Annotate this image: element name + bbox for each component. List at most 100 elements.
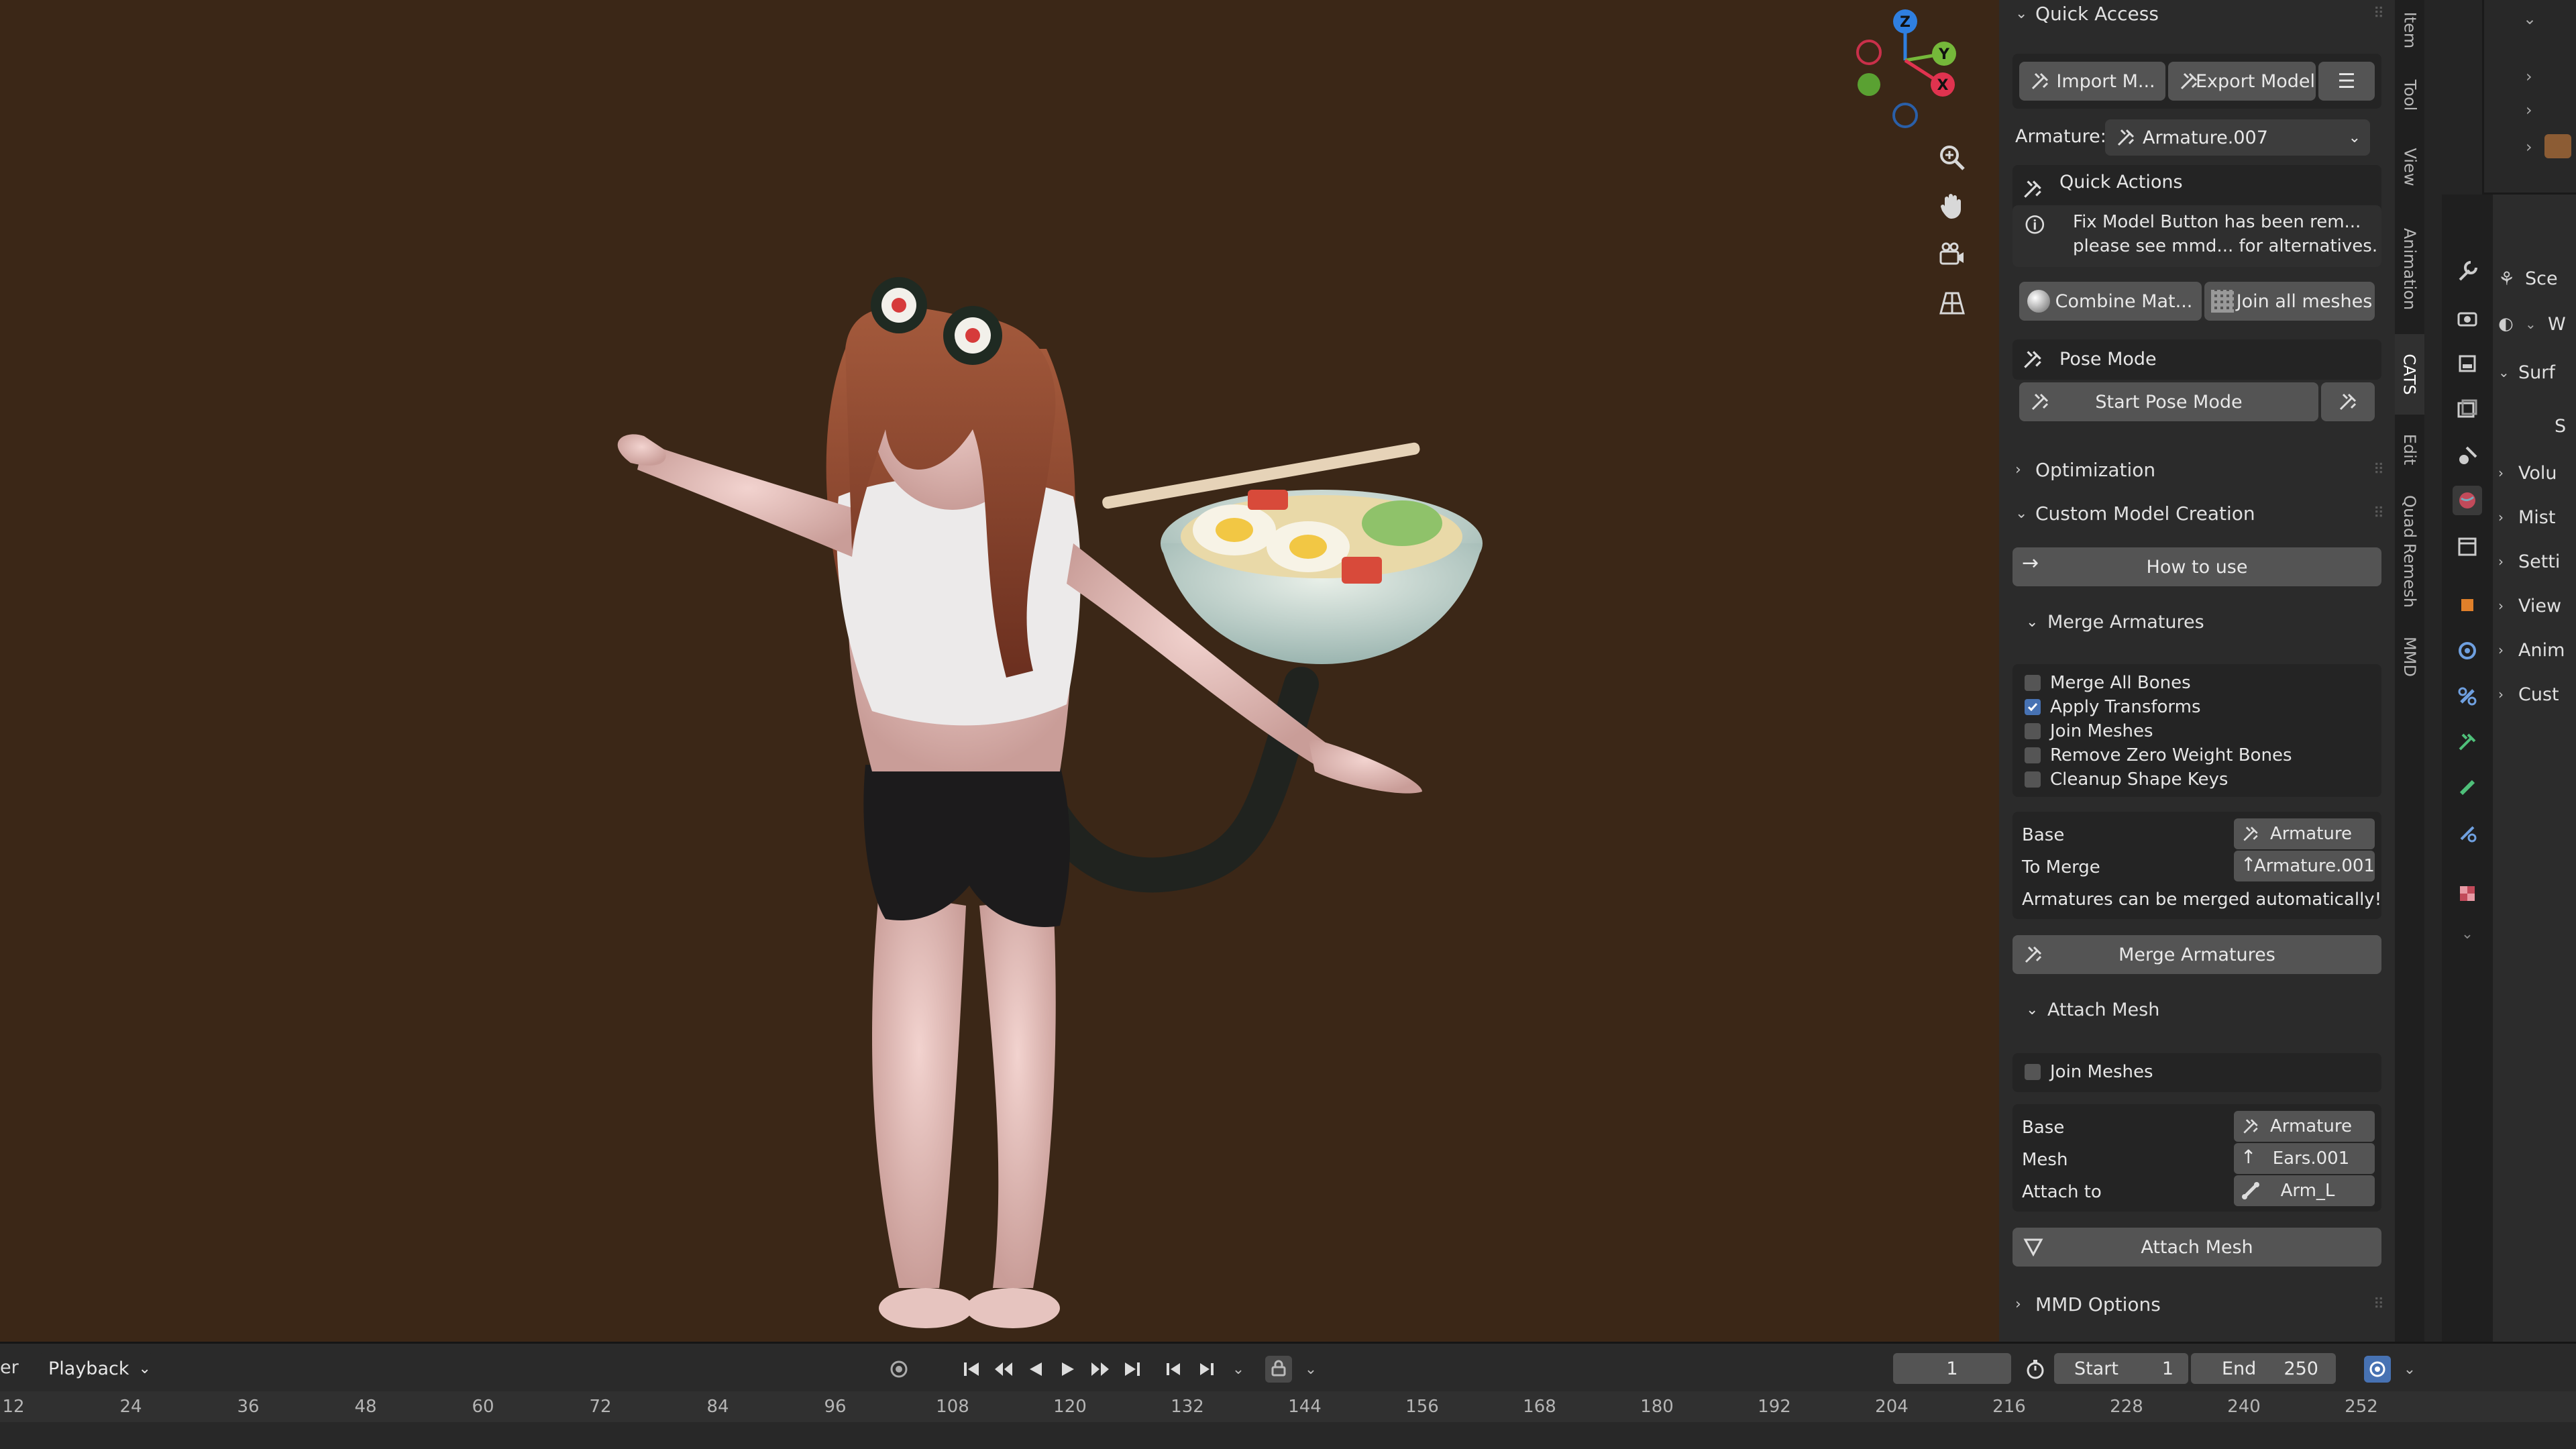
optimization-header[interactable]: › Optimization ⠿ bbox=[1999, 449, 2395, 490]
attach-base-field[interactable]: Armature bbox=[2234, 1111, 2375, 1142]
checkbox-unchecked[interactable] bbox=[2025, 771, 2041, 788]
viewport-display-panel-header[interactable]: › View bbox=[2498, 589, 2561, 623]
mesh-field[interactable]: ↑ Ears.001 bbox=[2234, 1143, 2375, 1174]
output-icon[interactable] bbox=[2453, 349, 2482, 378]
checkbox-unchecked[interactable] bbox=[2025, 723, 2041, 739]
tab-animation[interactable]: Animation bbox=[2395, 205, 2424, 333]
surface-panel-header[interactable]: ⌄ Surf bbox=[2498, 356, 2555, 389]
world-icon[interactable] bbox=[2453, 486, 2482, 515]
chevron-right-icon[interactable]: › bbox=[2526, 138, 2532, 156]
attach-to-bone-field[interactable]: Arm_L bbox=[2234, 1175, 2375, 1206]
chevron-down-icon[interactable]: ⌄ bbox=[2453, 919, 2482, 949]
settings-panel-header[interactable]: › Setti bbox=[2498, 545, 2560, 578]
tab-item[interactable]: Item bbox=[2395, 0, 2424, 60]
custom-model-creation-header[interactable]: ⌄ Custom Model Creation ⠿ bbox=[1999, 493, 2395, 533]
pose-mode-toggle-button[interactable] bbox=[2321, 382, 2375, 421]
play-icon[interactable] bbox=[1055, 1356, 1081, 1383]
to-merge-armature-field[interactable]: ↑ Armature.001 bbox=[2234, 851, 2375, 881]
how-to-use-button[interactable]: → How to use bbox=[2012, 547, 2381, 586]
current-frame-field[interactable]: 1 bbox=[1893, 1353, 2011, 1384]
next-frame-icon[interactable] bbox=[1193, 1356, 1220, 1383]
bone-constraints-icon[interactable] bbox=[2453, 818, 2482, 848]
armature-object-icon[interactable] bbox=[2544, 134, 2571, 158]
chevron-down-icon[interactable]: ⌄ bbox=[2396, 1356, 2423, 1383]
navigation-gizmo[interactable]: Z Y X bbox=[1838, 0, 1959, 134]
render-icon[interactable] bbox=[2453, 303, 2482, 333]
chevron-down-icon[interactable]: ⌄ bbox=[2523, 9, 2536, 28]
animation-panel-header[interactable]: › Anim bbox=[2498, 633, 2565, 667]
attach-mesh-button[interactable]: Attach Mesh bbox=[2012, 1228, 2381, 1267]
combine-materials-button[interactable]: Combine Mat... bbox=[2019, 282, 2202, 321]
attach-join-meshes-checkbox[interactable]: Join Meshes bbox=[2025, 1060, 2153, 1084]
mist-panel-header[interactable]: › Mist bbox=[2498, 500, 2555, 534]
menu-button[interactable]: ☰ bbox=[2318, 62, 2375, 101]
object-data-armature-icon[interactable] bbox=[2453, 727, 2482, 757]
quick-access-header[interactable]: ⌄ Quick Access ⠿ bbox=[1999, 0, 2395, 27]
drag-grip-icon[interactable]: ⠿ bbox=[2373, 1296, 2384, 1313]
join-all-meshes-button[interactable]: Join all meshes bbox=[2204, 282, 2375, 321]
perspective-grid-icon[interactable] bbox=[1932, 283, 1972, 323]
join-meshes-checkbox[interactable]: Join Meshes bbox=[2025, 719, 2153, 743]
auto-keying-icon[interactable] bbox=[1265, 1356, 1292, 1383]
tab-view[interactable]: View bbox=[2395, 130, 2424, 204]
jump-to-end-icon[interactable] bbox=[1119, 1356, 1146, 1383]
attach-mesh-subheader[interactable]: ⌄ Attach Mesh bbox=[2026, 993, 2159, 1026]
object-icon[interactable] bbox=[2453, 590, 2482, 620]
previous-frame-icon[interactable] bbox=[1161, 1356, 1187, 1383]
import-model-button[interactable]: Import M... bbox=[2019, 62, 2165, 101]
tab-mmd[interactable]: MMD bbox=[2395, 620, 2424, 694]
drag-grip-icon[interactable]: ⠿ bbox=[2373, 505, 2384, 522]
chevron-down-icon[interactable]: ⌄ bbox=[1297, 1356, 1324, 1383]
export-model-button[interactable]: Export Model bbox=[2168, 62, 2316, 101]
custom-properties-panel-header[interactable]: › Cust bbox=[2498, 678, 2559, 711]
apply-transforms-checkbox[interactable]: Apply Transforms bbox=[2025, 695, 2201, 719]
merge-armatures-subheader[interactable]: ⌄ Merge Armatures bbox=[2026, 605, 2204, 639]
jump-to-keyframe-back-icon[interactable] bbox=[990, 1356, 1017, 1383]
character-model[interactable] bbox=[0, 0, 1999, 1342]
tab-edit[interactable]: Edit bbox=[2395, 416, 2424, 483]
3d-viewport[interactable]: Z Y X bbox=[0, 0, 1999, 1342]
checkmark-icon[interactable] bbox=[2025, 699, 2041, 715]
end-frame-field[interactable]: End 250 bbox=[2191, 1353, 2336, 1384]
camera-view-icon[interactable] bbox=[1932, 235, 1972, 275]
outliner[interactable]: ⌄ › › › bbox=[2482, 0, 2576, 195]
timeline-frame-ruler[interactable]: 12 24 36 48 60 72 84 96 108 120 132 144 … bbox=[0, 1391, 2576, 1422]
collection-icon[interactable] bbox=[2453, 531, 2482, 561]
start-pose-mode-button[interactable]: Start Pose Mode bbox=[2019, 382, 2318, 421]
zoom-icon[interactable] bbox=[1932, 138, 1972, 178]
remove-zero-weight-bones-checkbox[interactable]: Remove Zero Weight Bones bbox=[2025, 743, 2292, 767]
bone-properties-icon[interactable] bbox=[2453, 773, 2482, 802]
merge-all-bones-checkbox[interactable]: Merge All Bones bbox=[2025, 671, 2191, 695]
tool-settings-icon[interactable] bbox=[2453, 256, 2482, 286]
scene-icon[interactable] bbox=[2453, 440, 2482, 470]
playback-menu[interactable]: Playback ⌄ bbox=[39, 1353, 153, 1384]
armature-dropdown[interactable]: Armature.007 ⌄ bbox=[2105, 119, 2370, 156]
tab-tool[interactable]: Tool bbox=[2395, 62, 2424, 129]
cleanup-shape-keys-checkbox[interactable]: Cleanup Shape Keys bbox=[2025, 767, 2228, 792]
stopwatch-icon[interactable] bbox=[2022, 1356, 2049, 1383]
chevron-right-icon[interactable]: › bbox=[2526, 67, 2532, 86]
view-layer-icon[interactable] bbox=[2453, 394, 2482, 424]
volume-panel-header[interactable]: › Volu bbox=[2498, 456, 2557, 490]
mmd-options-header[interactable]: › MMD Options ⠿ bbox=[1999, 1284, 2395, 1324]
timeline-keyframe-area[interactable] bbox=[0, 1422, 2576, 1449]
checkbox-unchecked[interactable] bbox=[2025, 675, 2041, 691]
checkbox-unchecked[interactable] bbox=[2025, 747, 2041, 763]
view-options-icon[interactable] bbox=[2364, 1356, 2391, 1383]
pan-hand-icon[interactable] bbox=[1932, 186, 1972, 226]
merge-armatures-button[interactable]: Merge Armatures bbox=[2012, 935, 2381, 974]
world-selector[interactable]: ◐ ⌄ W bbox=[2498, 307, 2566, 341]
play-reverse-icon[interactable] bbox=[1022, 1356, 1049, 1383]
checkbox-unchecked[interactable] bbox=[2025, 1064, 2041, 1080]
jump-to-keyframe-forward-icon[interactable] bbox=[1087, 1356, 1114, 1383]
tab-quad-remesh[interactable]: Quad Remesh bbox=[2395, 484, 2424, 619]
record-icon[interactable] bbox=[885, 1356, 912, 1383]
jump-to-start-icon[interactable] bbox=[958, 1356, 985, 1383]
physics-icon[interactable] bbox=[2453, 636, 2482, 665]
editor-menu-label[interactable]: er bbox=[0, 1357, 19, 1378]
scene-selector[interactable]: ⚘ Sce bbox=[2498, 262, 2558, 295]
start-frame-field[interactable]: Start 1 bbox=[2054, 1353, 2188, 1384]
drag-grip-icon[interactable]: ⠿ bbox=[2373, 5, 2384, 22]
base-armature-field[interactable]: Armature bbox=[2234, 818, 2375, 849]
texture-icon[interactable] bbox=[2453, 879, 2482, 908]
